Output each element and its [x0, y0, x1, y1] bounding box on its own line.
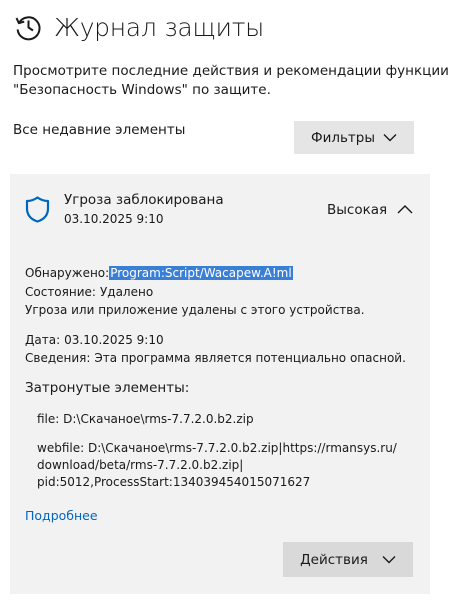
affected-items-heading: Затронутые элементы:: [25, 380, 190, 396]
chevron-down-icon: [382, 556, 396, 564]
filters-button-label: Фильтры: [310, 129, 376, 146]
page-title: Журнал защиты: [54, 12, 264, 42]
details-label: Сведения:: [25, 351, 91, 365]
actions-button-label: Действия: [300, 551, 368, 568]
detected-label: Обнаружено:: [25, 266, 110, 280]
affected-webfile-line: pid:5012,ProcessStart:134039454015071627: [37, 475, 311, 489]
page-header: Журнал защиты: [13, 12, 264, 42]
status-value: Удалено: [99, 285, 154, 299]
page-description: Просмотрите последние действия и рекомен…: [13, 63, 449, 98]
more-info-link[interactable]: Подробнее: [25, 508, 98, 523]
threat-title: Угроза заблокирована: [64, 192, 224, 208]
details-row: Сведения: Эта программа является потенциа…: [25, 351, 406, 365]
removed-note: Угроза или приложение удалены с этого ус…: [25, 303, 365, 317]
date-value: 03.10.2025 9:10: [64, 333, 164, 347]
detected-value: Program:Script/Wacapew.A!ml: [109, 266, 293, 280]
protection-history-page: Журнал защиты Просмотрите последние дейс…: [0, 0, 471, 616]
status-row: Состояние: Удалено: [25, 285, 153, 299]
date-row: Дата: 03.10.2025 9:10: [25, 333, 164, 347]
chevron-up-icon[interactable]: [397, 204, 413, 214]
date-label: Дата:: [25, 333, 61, 347]
status-label: Состояние:: [25, 285, 96, 299]
affected-webfile: webfile: D:\Скачаное\rms-7.7.2.0.b2.zip|…: [37, 440, 407, 491]
section-label: Все недавние элементы: [13, 122, 186, 138]
affected-file: file: D:\Скачаное\rms-7.7.2.0.b2.zip: [37, 412, 254, 426]
chevron-down-icon: [383, 134, 397, 142]
filters-button[interactable]: Фильтры: [294, 121, 414, 154]
threat-card: Угроза заблокирована 03.10.2025 9:10 Выс…: [10, 174, 430, 594]
affected-webfile-line: webfile: D:\Скачаное\rms-7.7.2.0.b2.zip|…: [37, 441, 397, 455]
actions-button[interactable]: Действия: [283, 542, 413, 577]
detected-row: Обнаружено:Program:Script/Wacapew.A!ml: [25, 266, 293, 280]
severity-label: Высокая: [327, 202, 388, 218]
shield-icon: [25, 196, 50, 223]
history-icon: [15, 16, 41, 41]
affected-webfile-line: download/beta/rms-7.7.2.0.b2.zip|: [37, 458, 244, 472]
threat-date: 03.10.2025 9:10: [64, 212, 164, 226]
details-value: Эта программа является потенциально опас…: [94, 351, 406, 365]
